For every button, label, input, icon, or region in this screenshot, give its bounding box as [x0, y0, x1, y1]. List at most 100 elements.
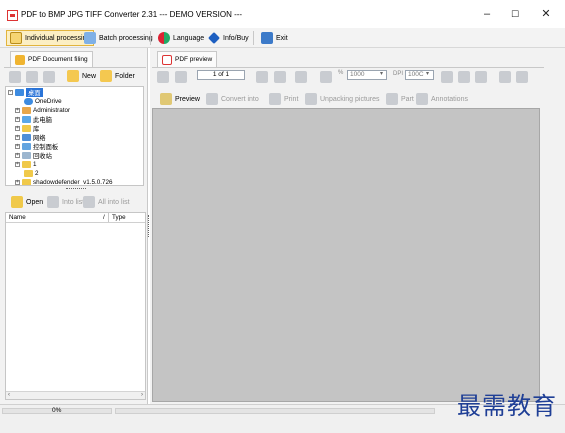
- control-panel-icon: [22, 143, 31, 150]
- zoom-out-icon[interactable]: [475, 71, 487, 83]
- minimize-button[interactable]: –: [472, 4, 502, 24]
- file-list[interactable]: Name / Type ‹ ›: [5, 212, 146, 400]
- convert-into-button[interactable]: Convert into: [203, 91, 262, 107]
- up-folder-icon[interactable]: [43, 71, 55, 83]
- tree-item-onedrive[interactable]: OneDrive: [24, 97, 62, 106]
- preview-button[interactable]: Preview: [157, 91, 203, 107]
- document-icon: [10, 32, 22, 44]
- column-divider[interactable]: [108, 213, 109, 222]
- tree-item-folder-1[interactable]: + 1: [15, 160, 37, 169]
- print-button[interactable]: Print: [266, 91, 301, 107]
- unpacking-pictures-label: Unpacking pictures: [320, 95, 380, 103]
- open-button[interactable]: Open: [8, 194, 46, 210]
- tree-item-administrator[interactable]: + Administrator: [15, 106, 70, 115]
- expand-icon[interactable]: +: [15, 162, 20, 167]
- scroll-left-icon[interactable]: ‹: [8, 392, 10, 398]
- folder-button[interactable]: Folder: [97, 68, 138, 84]
- language-label: Language: [173, 34, 205, 42]
- info-buy-button[interactable]: Info/Buy: [205, 30, 252, 46]
- pdf-icon: [162, 54, 172, 65]
- folder-icon: [22, 161, 31, 168]
- maximize-button[interactable]: ☐: [500, 4, 530, 24]
- splitter-handle[interactable]: [66, 188, 86, 190]
- tree-item-folder-2[interactable]: 2: [24, 169, 39, 178]
- fit-width-icon[interactable]: [516, 71, 528, 83]
- exit-label: Exit: [276, 34, 288, 42]
- back-icon[interactable]: [9, 71, 21, 83]
- expand-icon[interactable]: +: [15, 126, 20, 131]
- expand-icon[interactable]: +: [15, 153, 20, 158]
- new-button[interactable]: New: [64, 68, 99, 84]
- first-page-icon[interactable]: [157, 71, 169, 83]
- tab-pdf-document-filing[interactable]: PDF Document filing: [10, 51, 93, 67]
- close-button[interactable]: ✕: [531, 4, 561, 24]
- add-all-icon: [83, 196, 95, 208]
- tree-item-label: 库: [33, 126, 40, 133]
- expand-icon[interactable]: +: [15, 144, 20, 149]
- page-indicator-field[interactable]: 1 of 1: [197, 70, 245, 80]
- tree-item-label: 网络: [33, 135, 46, 142]
- vertical-splitter-handle[interactable]: [148, 215, 151, 237]
- tab-pdf-preview[interactable]: PDF preview: [157, 51, 218, 67]
- chevron-down-icon[interactable]: ▾: [426, 70, 429, 77]
- tree-item-libraries[interactable]: + 库: [15, 124, 39, 133]
- last-page-icon[interactable]: [274, 71, 286, 83]
- rotate-icon[interactable]: [295, 71, 307, 83]
- zoom-icon[interactable]: [320, 71, 332, 83]
- window-title: PDF to BMP JPG TIFF Converter 2.31 --- D…: [21, 10, 243, 19]
- collapse-icon[interactable]: -: [8, 90, 13, 95]
- dpi-select[interactable]: 100C: [405, 70, 434, 80]
- column-name[interactable]: Name: [9, 214, 26, 221]
- zoom-in-icon[interactable]: [458, 71, 470, 83]
- cloud-icon: [24, 98, 33, 105]
- folder-icon: [24, 170, 33, 177]
- expand-icon[interactable]: +: [15, 117, 20, 122]
- pdf-preview-area[interactable]: [152, 108, 540, 402]
- main-toolbar: Individual processing Batch processing L…: [0, 28, 565, 48]
- expand-icon[interactable]: +: [15, 108, 20, 113]
- tree-item-control-panel[interactable]: + 控制面板: [15, 142, 58, 151]
- forward-icon[interactable]: [26, 71, 38, 83]
- tree-item-recycle-bin[interactable]: + 回收站: [15, 151, 52, 160]
- convert-into-label: Convert into: [221, 95, 259, 103]
- fit-page-icon[interactable]: [499, 71, 511, 83]
- language-button[interactable]: Language: [155, 30, 207, 46]
- tree-item-desktop[interactable]: - 桌面: [8, 88, 43, 97]
- tree-item-shadowdefender[interactable]: + shadowdefender_v1.5.0.726: [15, 178, 112, 185]
- folder-label: Folder: [115, 72, 135, 80]
- scroll-right-icon[interactable]: ›: [141, 392, 143, 398]
- folder-tree[interactable]: - 桌面 OneDrive + Administrator + 此电脑 + 库 …: [5, 86, 144, 186]
- tree-item-label: 桌面: [26, 88, 43, 97]
- unpacking-pictures-button[interactable]: Unpacking pictures: [302, 91, 383, 107]
- part-button[interactable]: Part: [383, 91, 417, 107]
- tree-item-this-pc[interactable]: + 此电脑: [15, 115, 52, 124]
- dpi-label: DPI: [393, 71, 404, 77]
- expand-icon[interactable]: +: [15, 180, 20, 185]
- batch-icon: [84, 32, 96, 44]
- batch-processing-button[interactable]: Batch processing: [81, 30, 156, 46]
- preview-label: Preview: [175, 95, 200, 103]
- folder-icon: [15, 54, 25, 65]
- all-into-list-button[interactable]: All into list: [80, 194, 133, 210]
- exit-button[interactable]: Exit: [258, 30, 291, 46]
- save-icon: [206, 93, 218, 105]
- new-folder-icon: [67, 70, 79, 82]
- chevron-down-icon[interactable]: ▾: [380, 70, 383, 77]
- horizontal-scrollbar[interactable]: ‹ ›: [6, 391, 145, 399]
- exit-icon: [261, 32, 273, 44]
- tree-item-label: 2: [35, 170, 39, 177]
- part-label: Part: [401, 95, 414, 103]
- search-icon[interactable]: [441, 71, 453, 83]
- tree-item-label: 回收站: [33, 153, 52, 160]
- annotations-button[interactable]: Annotations: [413, 91, 471, 107]
- column-type[interactable]: Type: [112, 214, 126, 221]
- previous-page-icon[interactable]: [175, 71, 187, 83]
- tree-item-network[interactable]: + 网络: [15, 133, 46, 142]
- tab-label: PDF preview: [175, 56, 213, 63]
- folder-icon: [22, 179, 31, 185]
- computer-icon: [22, 116, 31, 123]
- expand-icon[interactable]: +: [15, 135, 20, 140]
- watermark-text: 最需教育: [457, 392, 557, 420]
- next-page-icon[interactable]: [256, 71, 268, 83]
- network-icon: [22, 134, 31, 141]
